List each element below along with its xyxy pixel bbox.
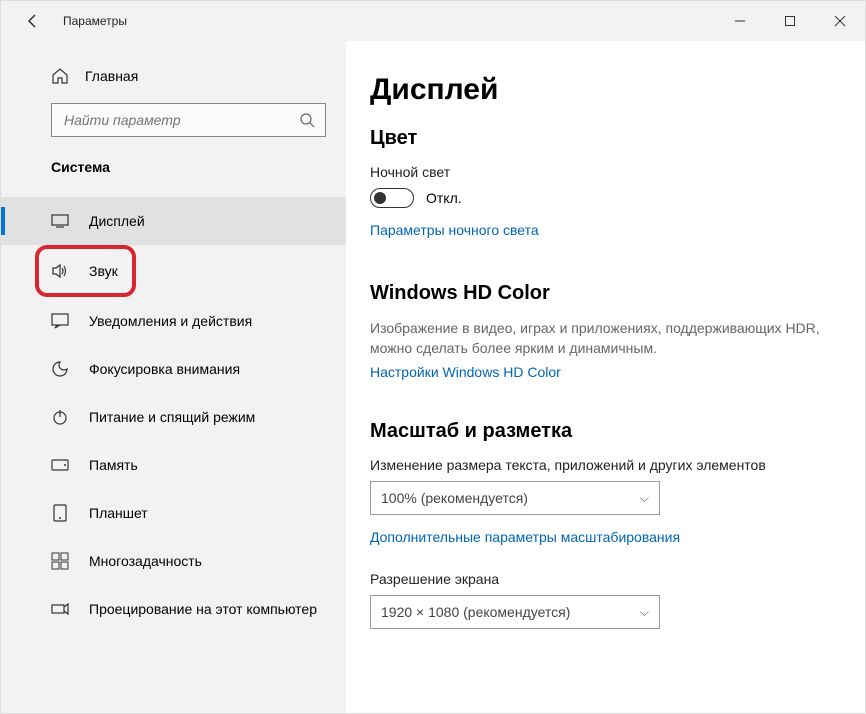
sidebar-item-label: Память [89,457,138,473]
sidebar-item-label: Проецирование на этот компьютер [89,601,317,617]
resolution-dropdown[interactable]: 1920 × 1080 (рекомендуется) ⌵ [370,595,660,629]
sidebar-item-display[interactable]: Дисплей [1,197,346,245]
scale-label: Изменение размера текста, приложений и д… [370,457,835,473]
home-link[interactable]: Главная [1,59,346,93]
night-light-toggle[interactable] [370,188,414,208]
search-box[interactable] [51,103,326,137]
chevron-down-icon: ⌵ [640,605,649,620]
resolution-label: Разрешение экрана [370,571,835,587]
night-light-label: Ночной свет [370,164,835,180]
resolution-dropdown-value: 1920 × 1080 (рекомендуется) [381,604,570,620]
sound-icon [51,262,69,280]
home-icon [51,67,69,85]
sidebar-item-multitask[interactable]: Многозадачность [1,537,346,585]
night-light-settings-link[interactable]: Параметры ночного света [370,222,539,238]
focus-icon [51,360,69,378]
notifications-icon [51,312,69,330]
sidebar-item-label: Питание и спящий режим [89,409,255,425]
hdcolor-description: Изображение в видео, играх и приложениях… [370,319,835,358]
chevron-down-icon: ⌵ [640,491,649,506]
maximize-button[interactable] [765,1,815,41]
section-color-heading: Цвет [370,127,835,150]
sidebar-item-label: Звук [89,263,118,279]
window-title: Параметры [63,14,127,28]
multitask-icon [51,552,69,570]
sidebar-item-storage[interactable]: Память [1,441,346,489]
sidebar-nav: Дисплей Звук Уведомления и действия [1,197,346,633]
page-title: Дисплей [370,73,835,107]
minimize-button[interactable] [715,1,765,41]
sidebar-item-project[interactable]: Проецирование на этот компьютер [1,585,346,633]
sidebar-item-power[interactable]: Питание и спящий режим [1,393,346,441]
sidebar: Главная Система Дисплей [1,41,346,713]
toggle-knob [374,192,386,204]
tablet-icon [51,504,69,522]
sidebar-item-label: Дисплей [89,213,145,229]
section-hdcolor-heading: Windows HD Color [370,282,835,305]
category-heading: Система [1,137,346,187]
sidebar-item-focus[interactable]: Фокусировка внимания [1,345,346,393]
scale-dropdown-value: 100% (рекомендуется) [381,490,528,506]
power-icon [51,408,69,426]
sidebar-item-tablet[interactable]: Планшет [1,489,346,537]
sidebar-item-sound[interactable]: Звук [35,245,136,297]
sidebar-item-label: Фокусировка внимания [89,361,240,377]
main-content: Дисплей Цвет Ночной свет Откл. Параметры… [346,41,865,713]
sidebar-item-label: Многозадачность [89,553,202,569]
search-input[interactable] [62,111,299,129]
sidebar-item-label: Уведомления и действия [89,313,252,329]
display-icon [51,212,69,230]
titlebar: Параметры [1,1,865,41]
hdcolor-settings-link[interactable]: Настройки Windows HD Color [370,364,561,380]
close-button[interactable] [815,1,865,41]
search-icon [299,112,315,128]
sidebar-item-label: Планшет [89,505,148,521]
section-scale-heading: Масштаб и разметка [370,420,835,443]
home-label: Главная [85,68,138,84]
project-icon [51,600,69,618]
toggle-state-text: Откл. [426,190,462,206]
sidebar-item-notifications[interactable]: Уведомления и действия [1,297,346,345]
scale-dropdown[interactable]: 100% (рекомендуется) ⌵ [370,481,660,515]
advanced-scaling-link[interactable]: Дополнительные параметры масштабирования [370,529,680,545]
storage-icon [51,456,69,474]
back-button[interactable] [17,5,49,37]
